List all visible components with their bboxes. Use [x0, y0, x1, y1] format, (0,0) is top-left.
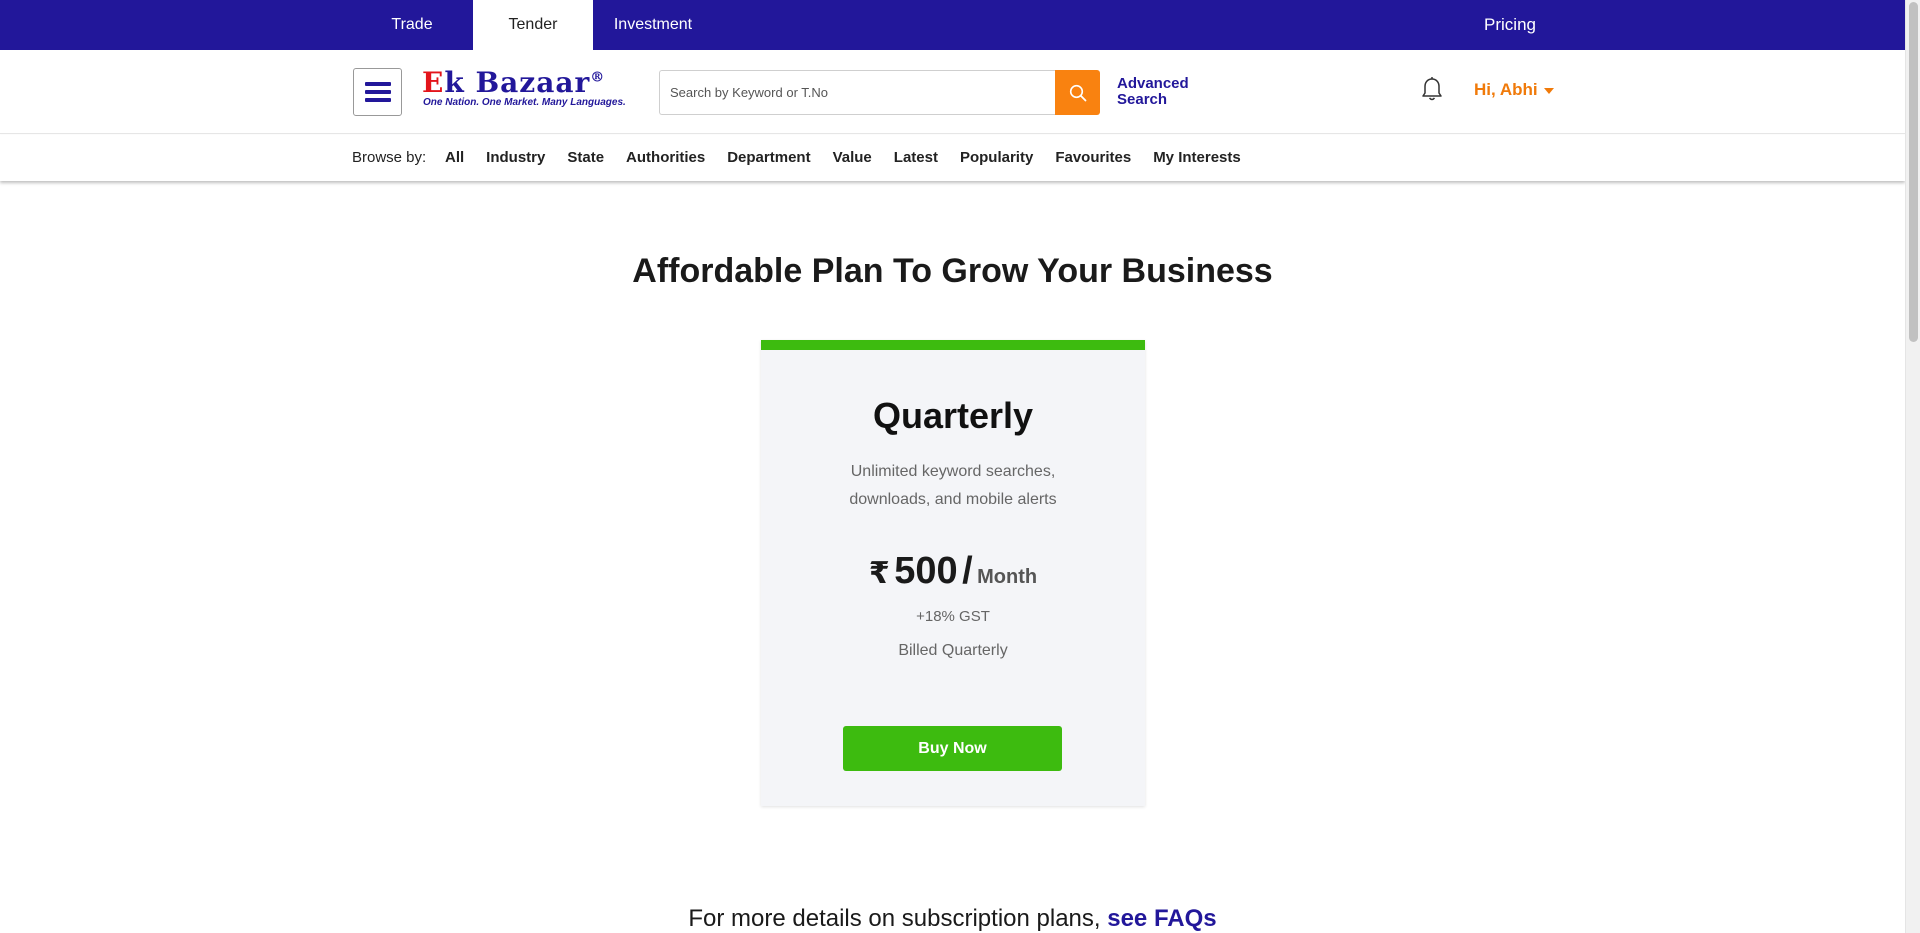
user-menu[interactable]: Hi, Abhi	[1474, 80, 1554, 100]
top-nav-bar: Trade Tender Investment Pricing	[0, 0, 1905, 50]
browse-label: Browse by:	[352, 149, 427, 166]
hamburger-icon	[364, 82, 391, 86]
rupee-symbol: ₹	[868, 557, 890, 590]
faq-note: For more details on subscription plans, …	[0, 905, 1905, 933]
caret-down-icon	[1543, 88, 1554, 94]
browse-my-interests[interactable]: My Interests	[1153, 149, 1241, 166]
site-header: Ek Bazaar® One Nation. One Market. Many …	[0, 50, 1905, 134]
search-box	[659, 70, 1055, 115]
scrollbar-thumb[interactable]	[1909, 2, 1918, 342]
logo-tagline: One Nation. One Market. Many Languages.	[423, 97, 626, 108]
tab-trade[interactable]: Trade	[372, 0, 452, 50]
plan-name: Quarterly	[872, 395, 1034, 436]
plan-price: ₹ 500 / Month	[761, 550, 1145, 593]
user-greeting: Hi, Abhi	[1474, 80, 1538, 99]
logo-wordmark: Ek Bazaar®	[422, 66, 606, 99]
gst-note: +18% GST	[916, 608, 990, 625]
hamburger-menu-button[interactable]	[353, 68, 402, 116]
search-button[interactable]	[1055, 70, 1100, 115]
billing-cycle: Billed Quarterly	[898, 642, 1008, 659]
page-title: Affordable Plan To Grow Your Business	[632, 252, 1273, 290]
browse-bar: Browse by: All Industry State Authoritie…	[0, 135, 1905, 181]
browse-authorities[interactable]: Authorities	[626, 149, 705, 166]
browse-popularity[interactable]: Popularity	[960, 149, 1033, 166]
tab-investment[interactable]: Investment	[603, 0, 703, 50]
ek-bazaar-logo[interactable]: Ek Bazaar® One Nation. One Market. Many …	[422, 66, 632, 116]
plan-card: Quarterly Unlimited keyword searches, do…	[761, 340, 1145, 806]
browse-department[interactable]: Department	[727, 149, 810, 166]
browse-industry[interactable]: Industry	[486, 149, 545, 166]
buy-now-button[interactable]: Buy Now	[843, 726, 1062, 771]
browse-links: All Industry State Authorities Departmen…	[445, 149, 1241, 166]
bell-icon	[1422, 77, 1442, 101]
browse-state[interactable]: State	[567, 149, 604, 166]
advanced-search-link[interactable]: Advanced Search	[1117, 76, 1197, 108]
search-input[interactable]	[660, 71, 1055, 114]
browse-value[interactable]: Value	[833, 149, 872, 166]
browse-all[interactable]: All	[445, 149, 464, 166]
tab-tender[interactable]: Tender	[473, 0, 593, 50]
plan-description: Unlimited keyword searches, downloads, a…	[849, 463, 1057, 508]
pricing-link[interactable]: Pricing	[1460, 0, 1560, 50]
price-period: Month	[977, 566, 1038, 588]
search-icon	[1069, 84, 1086, 101]
browse-favourites[interactable]: Favourites	[1055, 149, 1131, 166]
page-scrollbar[interactable]	[1905, 0, 1920, 933]
price-amount: 500	[894, 550, 958, 592]
faq-text: For more details on subscription plans,	[688, 905, 1101, 932]
faq-link[interactable]: see FAQs	[1107, 905, 1216, 932]
browse-latest[interactable]: Latest	[894, 149, 938, 166]
price-separator: /	[962, 550, 973, 592]
notifications-button[interactable]	[1420, 76, 1444, 104]
